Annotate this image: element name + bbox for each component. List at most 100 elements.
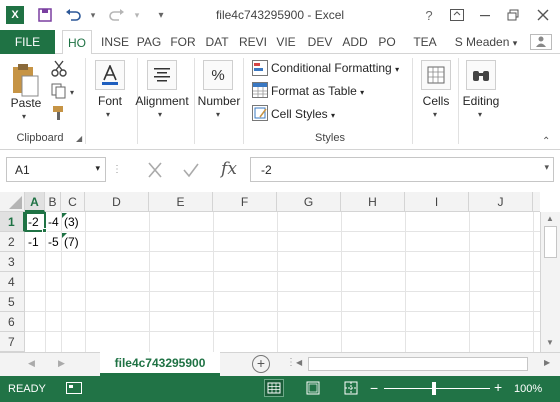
number-button[interactable]: Number	[194, 94, 244, 108]
ribbon-display-icon[interactable]	[448, 6, 466, 24]
editing-dropdown-icon[interactable]: ▾	[478, 110, 482, 119]
format-as-table-icon[interactable]	[252, 82, 268, 98]
tab-file[interactable]: FILE	[0, 30, 55, 54]
name-box-dropdown-icon[interactable]: ▾	[95, 163, 100, 174]
alignment-icon[interactable]	[147, 60, 177, 90]
tab-formulas[interactable]: FOR	[168, 30, 198, 54]
column-header-e[interactable]: E	[149, 192, 213, 212]
formula-input[interactable]: -2 ▾	[250, 157, 554, 182]
tab-developer[interactable]: DEV	[305, 30, 335, 54]
paste-icon[interactable]	[10, 62, 42, 100]
row-header-6[interactable]: 6	[0, 312, 25, 332]
tab-data[interactable]: DAT	[202, 30, 232, 54]
scroll-down-icon[interactable]: ▼	[546, 338, 554, 347]
editing-button[interactable]: Editing	[458, 94, 504, 108]
restore-icon[interactable]	[504, 6, 522, 24]
row-header-3[interactable]: 3	[0, 252, 25, 272]
tab-page-layout[interactable]: PAG	[134, 30, 164, 54]
alignment-dropdown-icon[interactable]: ▾	[158, 110, 162, 119]
help-icon[interactable]: ?	[420, 6, 438, 24]
user-account[interactable]: S Meaden ▾	[450, 30, 522, 54]
cancel-entry-icon[interactable]	[140, 158, 170, 182]
column-header-g[interactable]: G	[277, 192, 341, 212]
row-header-1[interactable]: 1	[0, 212, 25, 232]
paste-button-label[interactable]: Paste	[6, 96, 46, 110]
minimize-icon[interactable]	[476, 6, 494, 24]
format-as-table-button[interactable]: Format as Table ▾	[271, 84, 364, 98]
row-header-4[interactable]: 4	[0, 272, 25, 292]
new-sheet-button[interactable]: +	[252, 355, 270, 373]
row-header-7[interactable]: 7	[0, 332, 25, 352]
error-indicator-icon[interactable]	[62, 213, 67, 218]
column-header-d[interactable]: D	[85, 192, 149, 212]
find-binoculars-icon[interactable]	[466, 60, 496, 90]
row-header-5[interactable]: 5	[0, 292, 25, 312]
error-indicator-icon[interactable]	[62, 233, 67, 238]
tab-insert[interactable]: INSE	[98, 30, 132, 54]
column-header-c[interactable]: C	[61, 192, 85, 212]
normal-view-icon[interactable]	[264, 379, 284, 397]
hscroll-left-icon[interactable]: ◀	[296, 358, 302, 367]
row-header-2[interactable]: 2	[0, 232, 25, 252]
alignment-button[interactable]: Alignment	[130, 94, 194, 108]
column-header-h[interactable]: H	[341, 192, 405, 212]
page-break-view-icon[interactable]	[342, 380, 360, 396]
tab-view[interactable]: VIE	[273, 30, 299, 54]
font-button[interactable]: Font	[88, 94, 132, 108]
zoom-slider-thumb[interactable]	[432, 382, 436, 395]
collapse-ribbon-icon[interactable]: ⌃	[542, 136, 550, 147]
name-box[interactable]: A1 ▾	[6, 157, 106, 182]
page-layout-view-icon[interactable]	[304, 380, 322, 396]
tab-team[interactable]: TEA	[410, 30, 440, 54]
font-dropdown-icon[interactable]: ▾	[106, 110, 110, 119]
user-avatar[interactable]	[530, 34, 552, 50]
conditional-formatting-icon[interactable]	[252, 60, 268, 76]
font-icon[interactable]	[95, 60, 125, 90]
cells-dropdown-icon[interactable]: ▾	[433, 110, 437, 119]
format-painter-icon[interactable]	[50, 104, 68, 122]
column-header-j[interactable]: J	[469, 192, 533, 212]
cut-icon[interactable]	[50, 60, 68, 78]
horizontal-scroll-thumb[interactable]	[308, 357, 528, 371]
conditional-formatting-button[interactable]: Conditional Formatting ▾	[271, 61, 399, 75]
cell-styles-button[interactable]: Cell Styles ▾	[271, 107, 335, 121]
insert-function-icon[interactable]: fx	[216, 157, 242, 183]
vertical-scrollbar[interactable]: ▲ ▼	[540, 212, 560, 352]
tab-split-grip-icon[interactable]: ⋮	[286, 357, 296, 368]
tab-home[interactable]: HO	[62, 30, 92, 55]
clipboard-launcher-icon[interactable]: ◢	[76, 134, 82, 143]
tab-addins[interactable]: ADD	[340, 30, 370, 54]
formula-bar-grip-icon[interactable]: ⋮	[112, 158, 122, 182]
column-header-f[interactable]: F	[213, 192, 277, 212]
cell-b1[interactable]: -4	[45, 212, 61, 232]
close-icon[interactable]	[534, 6, 552, 24]
zoom-level[interactable]: 100%	[514, 383, 542, 395]
cell-a2[interactable]: -1	[25, 232, 45, 252]
column-header-i[interactable]: I	[405, 192, 469, 212]
tab-powerpivot[interactable]: PO	[374, 30, 400, 54]
select-all-corner[interactable]	[0, 192, 25, 212]
sheet-tab-active[interactable]: file4c743295900	[100, 352, 220, 376]
expand-formula-bar-icon[interactable]: ▾	[544, 162, 549, 173]
percent-icon[interactable]: %	[203, 60, 233, 90]
zoom-slider-track[interactable]	[384, 388, 490, 389]
cells-button[interactable]: Cells	[414, 94, 458, 108]
vertical-scroll-thumb[interactable]	[544, 226, 557, 258]
number-dropdown-icon[interactable]: ▾	[216, 110, 220, 119]
sheet-prev-icon[interactable]: ◀	[28, 358, 35, 369]
column-header-b[interactable]: B	[45, 192, 61, 212]
copy-icon[interactable]	[50, 82, 68, 100]
cell-b2[interactable]: -5	[45, 232, 61, 252]
hscroll-right-icon[interactable]: ▶	[544, 358, 550, 367]
cells-icon[interactable]	[421, 60, 451, 90]
scroll-up-icon[interactable]: ▲	[546, 214, 554, 223]
zoom-out-button[interactable]: −	[370, 380, 378, 396]
sheet-next-icon[interactable]: ▶	[58, 358, 65, 369]
zoom-in-button[interactable]: +	[494, 379, 502, 395]
macro-record-icon[interactable]	[66, 381, 82, 395]
cell-styles-icon[interactable]	[252, 105, 268, 121]
tab-review[interactable]: REVI	[236, 30, 270, 54]
confirm-entry-icon[interactable]	[176, 158, 206, 182]
column-header-a[interactable]: A	[25, 192, 45, 212]
paste-dropdown-icon[interactable]: ▾	[22, 112, 26, 121]
